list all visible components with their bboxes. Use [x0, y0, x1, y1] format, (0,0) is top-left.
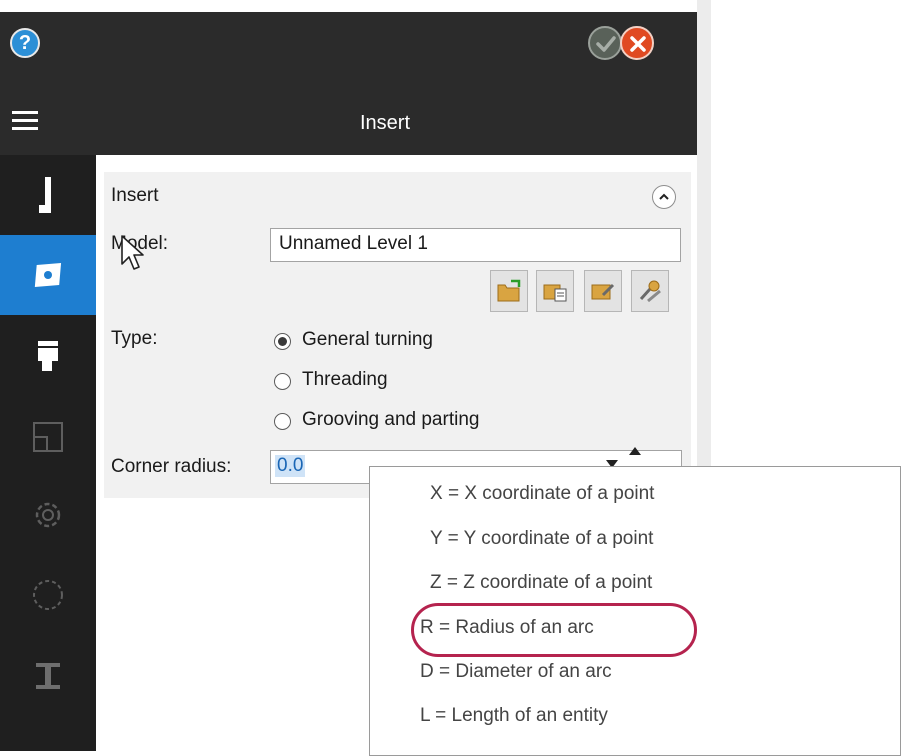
collapse-button[interactable] — [652, 185, 676, 209]
corner-radius-label: Corner radius: — [111, 456, 232, 477]
radio-button[interactable] — [274, 413, 291, 430]
sidebar-item-tool-holder[interactable] — [0, 155, 96, 235]
tool-assembly-icon — [38, 341, 58, 371]
list-item-y[interactable]: Y = Y coordinate of a point — [430, 528, 653, 550]
type-label: Type: — [111, 328, 158, 349]
title-bar: ? Insert — [0, 12, 697, 155]
gear-icon — [35, 502, 61, 528]
open-folder-icon — [497, 279, 521, 302]
close-icon — [630, 36, 646, 52]
page-title: Insert — [359, 112, 411, 134]
fixture-icon — [36, 663, 60, 689]
highlight-annotation — [411, 603, 697, 657]
open-model-button[interactable] — [490, 270, 528, 312]
sidebar-item-tool-assembly[interactable] — [0, 315, 96, 395]
settings-model-icon — [639, 280, 661, 303]
list-item-d[interactable]: D = Diameter of an arc — [420, 661, 612, 683]
stock-icon — [33, 580, 63, 610]
spin-up-icon[interactable] — [629, 447, 641, 455]
edit-model-icon — [591, 283, 615, 300]
layout-icon — [33, 422, 63, 452]
model-field[interactable]: Unnamed Level 1 — [270, 228, 681, 262]
radio-button[interactable] — [274, 373, 291, 390]
help-button[interactable]: ? — [10, 28, 40, 58]
corner-radius-value: 0.0 — [275, 455, 306, 477]
chevron-up-icon — [659, 193, 669, 200]
library-icon — [543, 284, 567, 302]
list-item-z[interactable]: Z = Z coordinate of a point — [430, 572, 652, 594]
mouse-cursor-icon — [121, 235, 144, 270]
section-title: Insert — [111, 185, 159, 206]
sidebar-item-insert[interactable] — [0, 235, 96, 315]
question-icon: ? — [18, 32, 32, 54]
sidebar-item-layout[interactable] — [0, 395, 96, 475]
model-settings-button[interactable] — [631, 270, 669, 312]
cancel-button[interactable] — [620, 26, 654, 60]
radio-button[interactable] — [274, 333, 291, 350]
sidebar-item-fixture[interactable] — [0, 635, 96, 715]
ok-button[interactable] — [588, 26, 622, 60]
edit-model-button[interactable] — [584, 270, 622, 312]
list-item-x[interactable]: X = X coordinate of a point — [430, 483, 654, 505]
check-icon — [596, 36, 616, 52]
menu-icon[interactable] — [12, 111, 38, 131]
tool-holder-icon — [39, 177, 51, 213]
library-button[interactable] — [536, 270, 574, 312]
sidebar-item-settings[interactable] — [0, 475, 96, 555]
sidebar-item-stock[interactable] — [0, 555, 96, 635]
sidebar — [0, 155, 96, 751]
list-item-l[interactable]: L = Length of an entity — [420, 705, 608, 727]
insert-icon — [34, 263, 62, 287]
